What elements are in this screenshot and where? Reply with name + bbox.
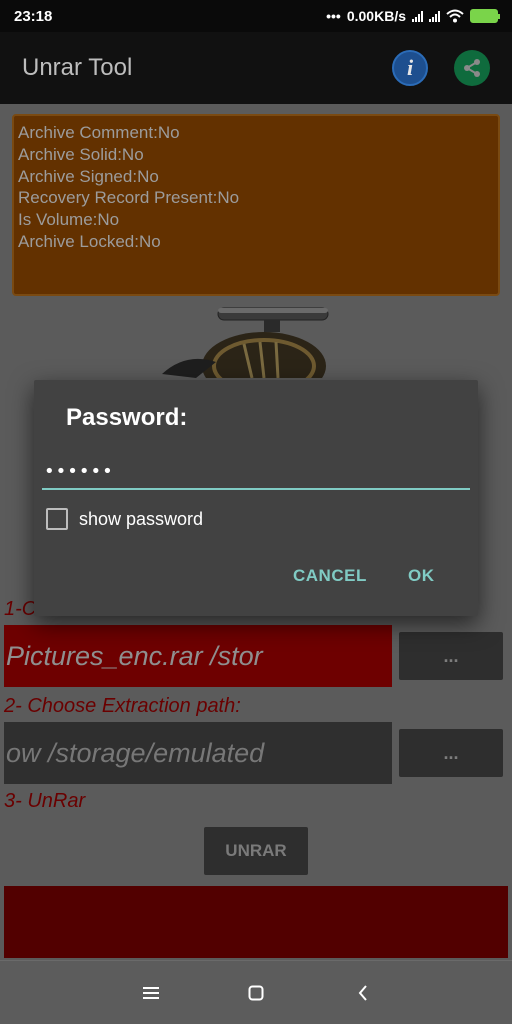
app-logo: [156, 300, 332, 378]
app-title: Unrar Tool: [22, 54, 133, 81]
back-icon: [358, 985, 367, 1001]
archive-info-line: Recovery Record Present:No: [18, 188, 240, 208]
navigation-bar: [0, 960, 512, 1024]
cancel-button[interactable]: CANCEL: [293, 566, 367, 586]
archive-info-line: Archive Signed:No: [18, 166, 159, 186]
wifi-icon: [446, 9, 464, 23]
show-password-toggle[interactable]: show password: [46, 508, 203, 530]
battery-icon: [470, 9, 500, 23]
rar-file-path-value: Pictures_enc.rar /stor: [6, 641, 263, 671]
ok-button[interactable]: OK: [408, 566, 435, 586]
signal-icon: [412, 10, 423, 22]
progress-area: [4, 886, 508, 958]
show-password-checkbox[interactable]: [46, 508, 68, 530]
archive-info-line: Archive Solid:No: [18, 144, 144, 164]
extraction-path-field[interactable]: ow /storage/emulated: [4, 722, 392, 784]
info-icon: i: [406, 55, 414, 80]
password-dialog: Password: show password CANCEL OK: [34, 380, 478, 616]
unrar-button[interactable]: UNRAR: [204, 827, 308, 875]
home-icon: [248, 985, 264, 1001]
status-time: 23:18: [14, 7, 53, 25]
back-button[interactable]: [343, 979, 383, 1007]
archive-info-box: Archive Comment:No Archive Solid:No Arch…: [12, 114, 500, 296]
extraction-path-label: 2- Choose Extraction path:: [4, 695, 241, 717]
status-icons: ••• 0.00KB/s: [326, 8, 500, 24]
dialog-title: Password:: [66, 404, 188, 431]
more-notifications-icon: •••: [326, 8, 341, 24]
rar-file-path-field[interactable]: Pictures_enc.rar /stor: [4, 625, 392, 687]
app-bar: Unrar Tool i: [0, 32, 512, 104]
archive-info-line: Archive Comment:No: [18, 123, 180, 142]
archive-info-line: Archive Locked:No: [18, 231, 161, 251]
browse-rar-file-button[interactable]: ...: [399, 632, 503, 680]
show-password-label: show password: [79, 508, 204, 529]
share-button[interactable]: [454, 50, 490, 86]
archive-info-line: Is Volume:No: [18, 210, 120, 230]
menu-icon: [143, 987, 159, 999]
share-icon: [464, 59, 480, 77]
home-button[interactable]: [236, 979, 276, 1007]
browse-extraction-path-button[interactable]: ...: [399, 729, 503, 777]
status-bar: 23:18 ••• 0.00KB/s: [0, 0, 512, 32]
menu-button[interactable]: [131, 979, 171, 1007]
signal-2-icon: [429, 10, 440, 22]
info-button[interactable]: i: [392, 50, 428, 86]
network-speed: 0.00KB/s: [346, 8, 406, 24]
password-input[interactable]: [42, 454, 470, 490]
extraction-path-value: ow /storage/emulated: [6, 738, 265, 768]
unrar-step-label: 3- UnRar: [4, 790, 86, 812]
